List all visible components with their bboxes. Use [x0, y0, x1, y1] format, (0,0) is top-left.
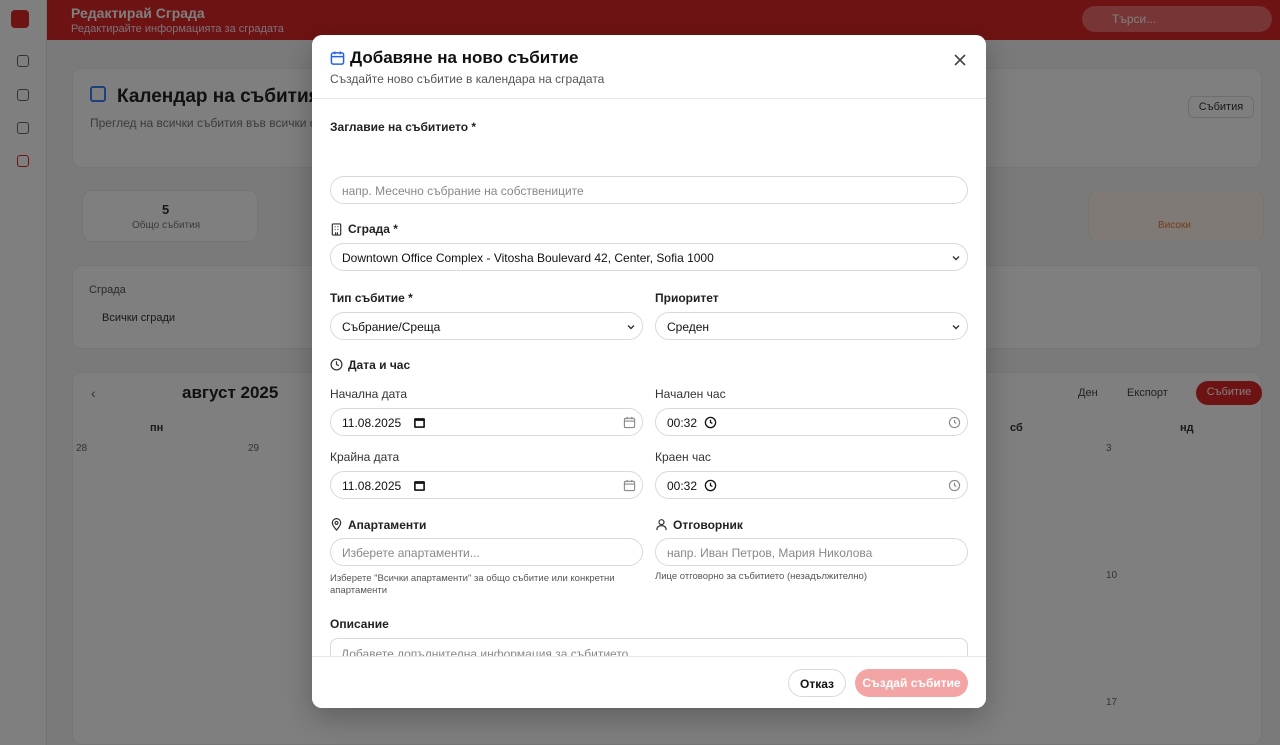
building-select[interactable]: Downtown Office Complex - Vitosha Boulev… [330, 243, 968, 271]
cancel-button[interactable]: Отказ [788, 669, 846, 697]
user-icon [656, 519, 667, 531]
chevron-down-icon [952, 325, 960, 330]
apartments-label: Апартаменти [348, 518, 427, 532]
end-date-value: 11.08.2025 [342, 479, 402, 493]
clock-small-icon[interactable] [704, 479, 717, 492]
event-title-input[interactable]: напр. Месечно събрание на собствениците [330, 176, 968, 204]
building-label: Сграда * [348, 222, 398, 236]
start-date-value: 11.08.2025 [342, 416, 402, 430]
modal-title: Добавяне на ново събитие [350, 48, 579, 67]
calendar-small-icon[interactable] [413, 479, 426, 492]
map-pin-icon [331, 518, 342, 531]
priority-select[interactable]: Среден [655, 312, 968, 340]
clock-icon [330, 358, 343, 371]
end-time-value: 00:32 [667, 479, 698, 493]
priority-value: Среден [667, 320, 710, 334]
start-time-value: 00:32 [667, 416, 698, 430]
event-title-label: Заглавие на събитието * [330, 120, 477, 134]
end-date-input[interactable]: 11.08.2025 [330, 471, 643, 499]
start-time-input[interactable]: 00:32 [655, 408, 968, 436]
clock-picker-icon[interactable] [948, 479, 961, 492]
end-time-label: Краен час [655, 450, 711, 464]
description-textarea[interactable]: Добавете допълнителна информация за съби… [330, 638, 968, 656]
building-select-value: Downtown Office Complex - Vitosha Boulev… [342, 251, 714, 265]
event-type-value: Събрание/Среща [342, 320, 441, 334]
add-event-dialog: Добавяне на ново събитие Създайте ново с… [312, 35, 986, 708]
event-type-select[interactable]: Събрание/Среща [330, 312, 643, 340]
create-event-button[interactable]: Създай събитие [855, 669, 968, 697]
start-date-label: Начална дата [330, 387, 408, 401]
close-icon[interactable] [952, 52, 968, 68]
modal-header: Добавяне на ново събитие Създайте ново с… [312, 35, 986, 99]
calendar-icon [330, 51, 345, 65]
calendar-picker-icon[interactable] [623, 479, 636, 492]
priority-label: Приоритет [655, 291, 719, 305]
building-icon [331, 223, 342, 236]
chevron-down-icon [627, 325, 635, 330]
modal-subtitle: Създайте ново събитие в календара на сгр… [330, 72, 605, 86]
apartments-input[interactable]: Изберете апартаменти... [330, 538, 643, 566]
start-time-label: Начален час [655, 387, 726, 401]
description-label: Описание [330, 617, 389, 631]
apartments-hint: Изберете "Всички апартаменти" за общо съ… [330, 573, 615, 596]
start-date-input[interactable]: 11.08.2025 [330, 408, 643, 436]
responsible-hint: Лице отговорно за събитието (незадължите… [655, 571, 867, 582]
end-date-label: Крайна дата [330, 450, 400, 464]
clock-picker-icon[interactable] [948, 416, 961, 429]
calendar-picker-icon[interactable] [623, 416, 636, 429]
event-type-label: Тип събитие * [330, 291, 413, 305]
end-time-input[interactable]: 00:32 [655, 471, 968, 499]
modal-footer: Отказ Създай събитие [312, 656, 986, 708]
calendar-small-icon[interactable] [413, 416, 426, 429]
chevron-down-icon [952, 256, 960, 261]
clock-small-icon[interactable] [704, 416, 717, 429]
responsible-label: Отговорник [673, 518, 743, 532]
modal-body: Заглавие на събитието * напр. Месечно съ… [312, 100, 986, 656]
datetime-section-label: Дата и час [348, 358, 411, 372]
responsible-input[interactable]: напр. Иван Петров, Мария Николова [655, 538, 968, 566]
